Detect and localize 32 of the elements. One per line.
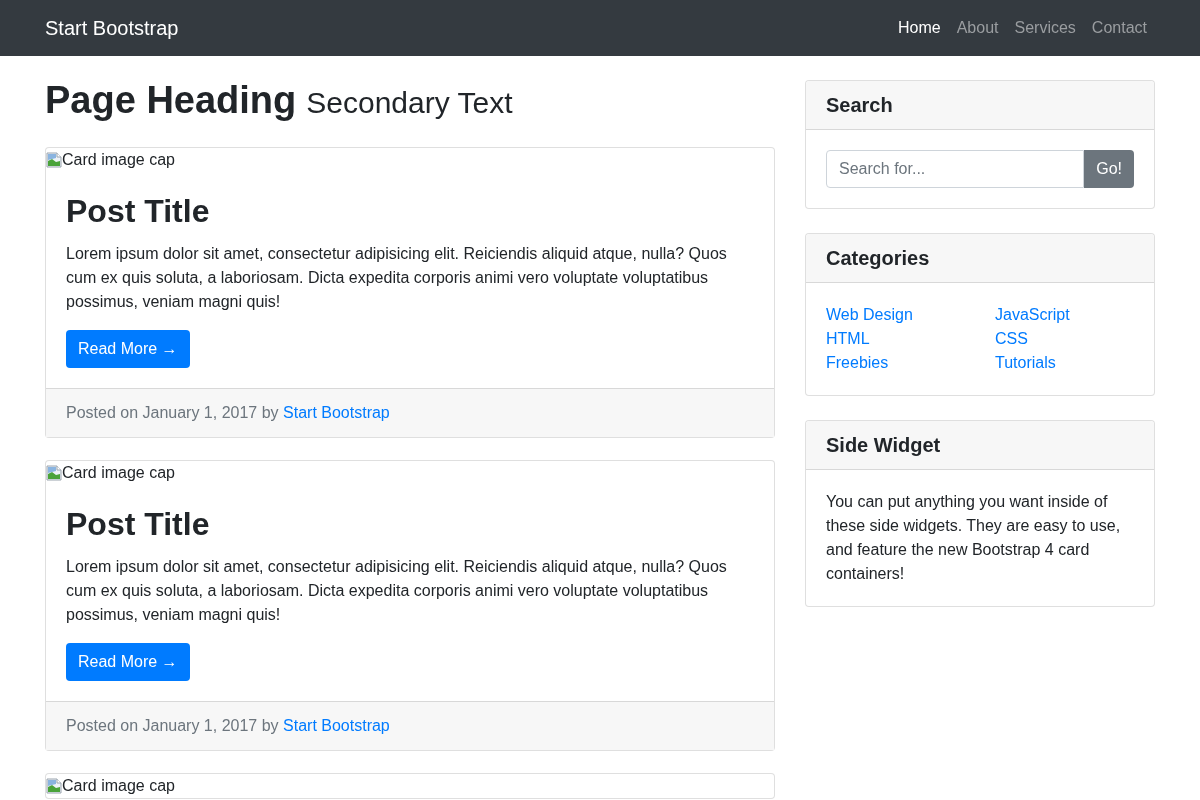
- category-link[interactable]: Web Design: [826, 306, 913, 323]
- image-alt-text: Card image cap: [62, 776, 175, 796]
- nav-link[interactable]: Home: [890, 8, 949, 48]
- image-alt-text: Card image cap: [62, 150, 175, 170]
- page-heading: Page Heading: [45, 78, 297, 123]
- author-link[interactable]: Start Bootstrap: [283, 404, 390, 421]
- category-link[interactable]: Tutorials: [995, 354, 1056, 371]
- post-excerpt: Lorem ipsum dolor sit amet, consectetur adipisicing elit. Reiciendis aliquid atque, nulla? Quos cum ex quis soluta, a laboriosam. Dicta expedita corporis animi vero voluptate voluptatibus possimus, veniam magni quis!: [66, 557, 728, 625]
- nav-link[interactable]: Services: [1006, 8, 1084, 48]
- card-title: Search: [826, 93, 893, 117]
- nav-link[interactable]: Contact: [1083, 8, 1155, 48]
- category-link[interactable]: JavaScript: [995, 306, 1070, 323]
- category-link[interactable]: HTML: [826, 330, 870, 347]
- nav-link[interactable]: About: [948, 8, 1007, 48]
- category-link[interactable]: CSS: [995, 330, 1028, 347]
- category-link[interactable]: Freebies: [826, 354, 889, 371]
- page-subheading: Secondary Text: [306, 85, 513, 121]
- author-link[interactable]: Start Bootstrap: [283, 717, 390, 734]
- read-more-button[interactable]: Read More →: [66, 643, 190, 681]
- image-alt-text: Card image cap: [62, 463, 175, 483]
- post-title: Post Title: [66, 192, 211, 230]
- go-button[interactable]: Go!: [1084, 150, 1134, 188]
- card-title: Side Widget: [826, 433, 941, 457]
- post-excerpt: Lorem ipsum dolor sit amet, consectetur adipisicing elit. Reiciendis aliquid atque, nulla? Quos cum ex quis soluta, a laboriosam. Dicta expedita corporis animi vero voluptate voluptatibus possimus, veniam magni quis!: [66, 244, 728, 312]
- read-more-button[interactable]: Read More →: [66, 330, 190, 368]
- widget-text: You can put anything you want inside of these side widgets. They are easy to use, and feature the new Bootstrap 4 card containers!: [826, 492, 1122, 584]
- search-field[interactable]: Search for...: [826, 150, 1085, 188]
- post-meta: Posted on January 1, 2017 by Start Bootstrap: [66, 716, 390, 736]
- post-title: Post Title: [66, 505, 211, 543]
- card-title: Categories: [826, 246, 930, 270]
- post-meta: Posted on January 1, 2017 by Start Bootstrap: [66, 403, 390, 423]
- brand-link[interactable]: Start Bootstrap: [45, 13, 179, 43]
